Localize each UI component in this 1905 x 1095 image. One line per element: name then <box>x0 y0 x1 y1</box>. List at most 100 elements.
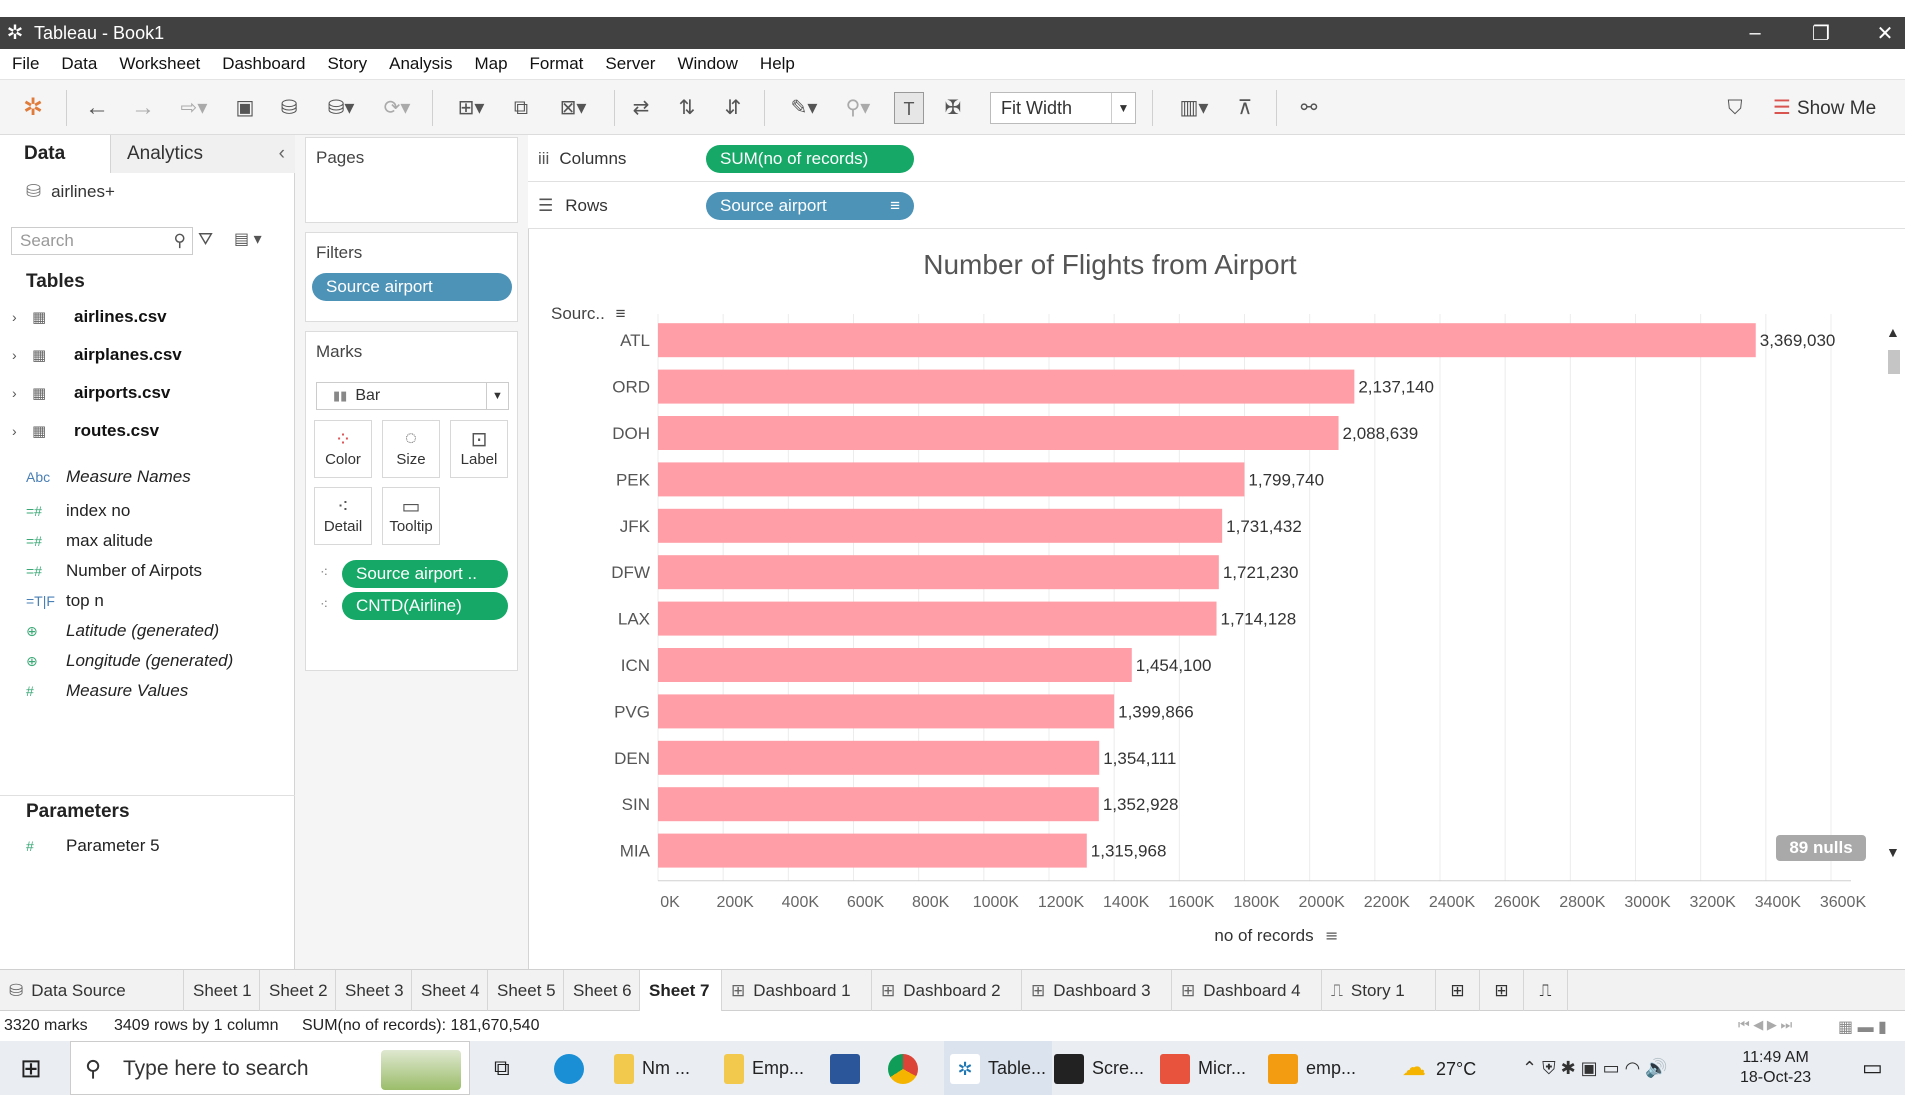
sheet-tab[interactable]: Sheet 7 <box>640 970 722 1012</box>
new-datasource-icon[interactable]: ⛁ <box>274 92 304 124</box>
sort-descending-icon[interactable]: ⇵ <box>718 92 748 124</box>
menu-item-analysis[interactable]: Analysis <box>389 54 452 74</box>
field-item[interactable]: =# max alitude <box>26 529 153 553</box>
sheet-tab[interactable]: ⎍ Story 1 <box>1322 970 1436 1012</box>
sheet-sorter-icon[interactable]: ▦ ▬ ▮ <box>1838 1017 1887 1037</box>
sheet-tab[interactable]: Sheet 1 <box>184 970 260 1012</box>
sheet-tab[interactable]: Sheet 6 <box>564 970 640 1012</box>
show-me-button[interactable]: ☰ Show Me <box>1773 92 1876 124</box>
collapse-pane-icon[interactable]: ‹ <box>279 135 285 173</box>
chevron-right-icon[interactable]: › <box>12 385 32 401</box>
group-members-icon[interactable]: ⚲▾ <box>836 92 880 124</box>
new-story-icon[interactable]: ⎍ <box>1524 970 1568 1012</box>
field-item[interactable]: =# index no <box>26 499 130 523</box>
show-cards-icon[interactable]: ▥▾ <box>1170 92 1218 124</box>
sheet-tab[interactable]: ⊞ Dashboard 2 <box>872 970 1022 1012</box>
chevron-right-icon[interactable]: › <box>12 309 32 325</box>
scroll-up-icon[interactable]: ▲ <box>1886 324 1900 340</box>
weather-widget[interactable]: ☁ 27°C <box>1402 1041 1476 1095</box>
filter-icon[interactable]: ⛛ <box>198 229 213 250</box>
close-icon[interactable]: ✕ <box>1862 17 1905 49</box>
minimize-icon[interactable]: – <box>1732 17 1778 49</box>
new-worksheet-icon[interactable]: ⊞ <box>1436 970 1480 1012</box>
menu-item-data[interactable]: Data <box>61 54 97 74</box>
field-item[interactable]: Abc Measure Names <box>26 465 191 489</box>
menu-item-server[interactable]: Server <box>605 54 655 74</box>
pause-updates-icon[interactable]: ⛁▾ <box>318 92 364 124</box>
size-button[interactable]: ◌ Size <box>382 420 440 478</box>
color-button[interactable]: ⁘ Color <box>314 420 372 478</box>
save-icon[interactable]: ▣ <box>230 92 260 124</box>
undo-icon[interactable]: ← <box>82 92 112 124</box>
datasource-item[interactable]: ⛁ airlines+ <box>26 181 115 202</box>
pages-card[interactable]: Pages <box>305 137 518 223</box>
field-item[interactable]: ⊕ Longitude (generated) <box>26 649 233 673</box>
windows-start-icon[interactable]: ⊞ <box>20 1041 42 1095</box>
show-mark-labels-icon[interactable]: T <box>894 92 924 124</box>
fix-axes-icon[interactable]: ✠ <box>938 92 968 124</box>
menu-item-window[interactable]: Window <box>677 54 737 74</box>
marks-pill-source-airport[interactable]: Source airport .. <box>342 560 508 588</box>
filters-card[interactable]: Filters Source airport <box>305 232 518 322</box>
view-options-icon[interactable]: ▤ ▾ <box>234 229 262 249</box>
menu-item-file[interactable]: File <box>12 54 39 74</box>
presentation-mode-icon[interactable]: ⊼ <box>1230 92 1260 124</box>
menu-item-worksheet[interactable]: Worksheet <box>119 54 200 74</box>
search-input[interactable]: Search ⚲ <box>11 227 193 255</box>
table-item[interactable]: › ▦ airlines.csv <box>12 305 167 329</box>
taskbar-app-tableau[interactable]: ✲ Table... <box>944 1041 1053 1095</box>
parameter-item[interactable]: # Parameter 5 <box>26 834 160 858</box>
notifications-icon[interactable]: ▭ <box>1862 1041 1883 1095</box>
format-painter-icon[interactable]: ⛉ <box>1720 92 1750 124</box>
vertical-scrollbar[interactable]: ▲ ▼ <box>1884 324 1904 864</box>
scroll-down-icon[interactable]: ▼ <box>1886 844 1900 860</box>
menu-item-map[interactable]: Map <box>474 54 507 74</box>
swap-rows-columns-icon[interactable]: ⇄ <box>626 92 656 124</box>
tab-data[interactable]: Data <box>0 135 110 173</box>
table-item[interactable]: › ▦ routes.csv <box>12 419 159 443</box>
replay-icon[interactable]: ⇨▾ <box>172 92 216 124</box>
new-worksheet-icon[interactable]: ⊞▾ <box>446 92 496 124</box>
sheet-tab[interactable]: Sheet 2 <box>260 970 336 1012</box>
label-button[interactable]: ⊡ Label <box>450 420 508 478</box>
field-item[interactable]: # Measure Values <box>26 679 188 703</box>
columns-shelf[interactable]: iii Columns SUM(no of records) <box>528 135 1905 182</box>
sort-ascending-icon[interactable]: ⇅ <box>672 92 702 124</box>
field-item[interactable]: =T|F top n <box>26 589 104 613</box>
menu-item-story[interactable]: Story <box>327 54 367 74</box>
rows-pill-source-airport[interactable]: Source airport ≡ <box>706 192 914 220</box>
field-item[interactable]: ⊕ Latitude (generated) <box>26 619 219 643</box>
chevron-right-icon[interactable]: › <box>12 347 32 363</box>
sheet-tab[interactable]: ⊞ Dashboard 4 <box>1172 970 1322 1012</box>
sheet-tab[interactable]: Sheet 4 <box>412 970 488 1012</box>
scroll-thumb[interactable] <box>1888 350 1900 374</box>
task-view-icon[interactable]: ⧉ <box>494 1041 510 1095</box>
taskbar-app-screenshot[interactable]: Scre... <box>1054 1041 1144 1095</box>
clock[interactable]: 11:49 AM 18-Oct-23 <box>1740 1041 1811 1095</box>
sheet-tab[interactable]: ⊞ Dashboard 1 <box>722 970 872 1012</box>
field-item[interactable]: =# Number of Airpots <box>26 559 202 583</box>
redo-icon[interactable]: → <box>128 92 158 124</box>
columns-pill-sum-records[interactable]: SUM(no of records) <box>706 145 914 173</box>
share-icon[interactable]: ⚯ <box>1294 92 1324 124</box>
chevron-right-icon[interactable]: › <box>12 423 32 439</box>
tab-analytics[interactable]: Analytics ‹ <box>110 135 295 173</box>
tooltip-button[interactable]: ▭ Tooltip <box>382 487 440 545</box>
edge-app-icon[interactable] <box>554 1041 592 1095</box>
menu-item-help[interactable]: Help <box>760 54 795 74</box>
taskbar-app-microsoft[interactable]: Micr... <box>1160 1041 1246 1095</box>
word-app-icon[interactable] <box>830 1041 868 1095</box>
mark-type-dropdown[interactable]: ▮▮ Bar ▼ <box>316 382 509 410</box>
taskbar-app-emp[interactable]: emp... <box>1268 1041 1356 1095</box>
chrome-app-icon[interactable] <box>888 1041 926 1095</box>
nulls-badge[interactable]: 89 nulls <box>1776 835 1866 861</box>
detail-button[interactable]: ⁖ Detail <box>314 487 372 545</box>
menu-item-format[interactable]: Format <box>530 54 584 74</box>
restore-icon[interactable]: ❐ <box>1798 17 1844 49</box>
sheet-tab[interactable]: ⛁ Data Source <box>0 970 184 1012</box>
rows-shelf[interactable]: ☰ Rows Source airport ≡ <box>528 182 1905 229</box>
taskbar-search[interactable]: ⚲ Type here to search <box>70 1041 470 1095</box>
taskbar-app-folder-1[interactable]: Nm ... <box>614 1041 690 1095</box>
filter-pill-source-airport[interactable]: Source airport <box>312 273 512 301</box>
clear-sheet-icon[interactable]: ⊠▾ <box>548 92 598 124</box>
